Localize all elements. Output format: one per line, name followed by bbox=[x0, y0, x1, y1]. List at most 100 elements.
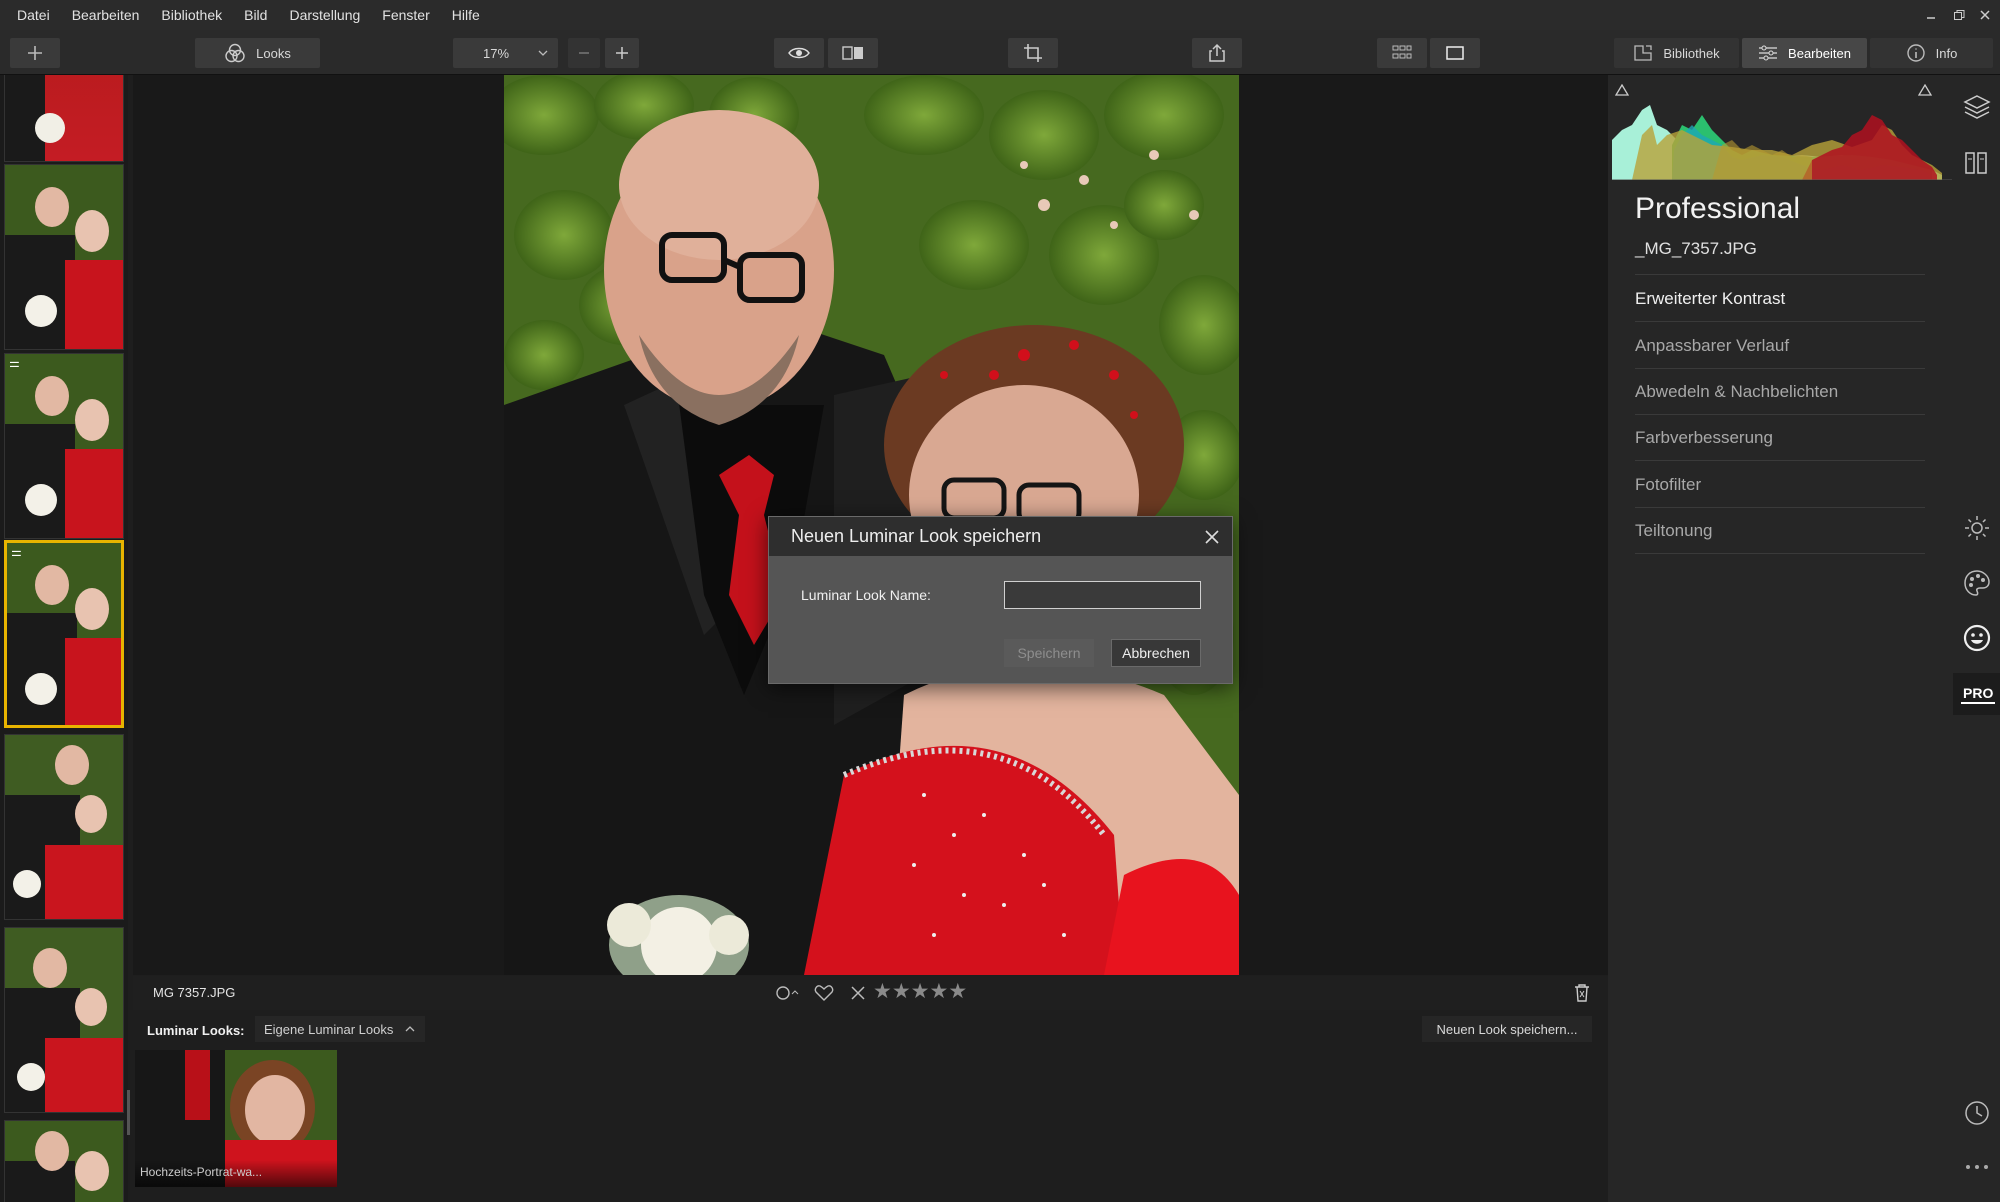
more-options-icon[interactable] bbox=[1963, 1162, 1991, 1172]
look-name-label: Luminar Look Name: bbox=[801, 587, 931, 603]
edit-panel: Professional _MG_7357.JPG Erweiterter Ko… bbox=[1608, 75, 1953, 1202]
plus-icon bbox=[28, 46, 42, 60]
tool-farbverbesserung[interactable]: Farbverbesserung bbox=[1635, 415, 1925, 461]
star-icon[interactable]: ★ bbox=[911, 980, 930, 1003]
look-name-input[interactable] bbox=[1004, 581, 1201, 609]
color-label-dropdown[interactable] bbox=[775, 984, 805, 1002]
looks-icon bbox=[225, 43, 245, 63]
zoom-dropdown[interactable]: 17% bbox=[453, 38, 558, 68]
image-info-bar: MG 7357.JPG ★★★★★ bbox=[133, 976, 1608, 1010]
close-window-button[interactable] bbox=[1970, 0, 2000, 30]
share-button[interactable] bbox=[1192, 38, 1242, 68]
menu-bibliothek[interactable]: Bibliothek bbox=[150, 0, 233, 30]
filmstrip-thumbnail[interactable] bbox=[4, 734, 124, 920]
add-button[interactable] bbox=[10, 38, 60, 68]
shadow-clipping-icon[interactable] bbox=[1615, 84, 1629, 96]
histogram bbox=[1612, 84, 1952, 181]
grid-icon bbox=[1392, 45, 1412, 59]
single-view-button[interactable] bbox=[1430, 38, 1480, 68]
grid-view-button[interactable] bbox=[1377, 38, 1427, 68]
star-icon[interactable]: ★ bbox=[948, 980, 967, 1003]
star-icon[interactable]: ★ bbox=[873, 980, 892, 1003]
menu-hilfe[interactable]: Hilfe bbox=[441, 0, 491, 30]
info-mode-button[interactable]: Info bbox=[1870, 38, 1993, 68]
pro-tools-button[interactable]: PRO bbox=[1953, 673, 2000, 715]
trash-icon[interactable] bbox=[1573, 983, 1591, 1003]
looks-category-value: Eigene Luminar Looks bbox=[264, 1021, 394, 1037]
minimize-icon bbox=[1927, 17, 1935, 19]
edit-mode-button[interactable]: Bearbeiten bbox=[1742, 38, 1867, 68]
single-image-icon bbox=[1446, 46, 1464, 60]
info-icon bbox=[1906, 44, 1925, 62]
zoom-value: 17% bbox=[483, 45, 510, 61]
restore-icon bbox=[1954, 10, 1965, 20]
menu-fenster[interactable]: Fenster bbox=[371, 0, 440, 30]
filmstrip-thumbnail-selected[interactable]: ⚌ bbox=[4, 540, 124, 728]
look-thumbnail[interactable]: Hochzeits-Portrat-wa... bbox=[135, 1050, 337, 1187]
star-rating[interactable]: ★★★★★ bbox=[873, 979, 967, 1004]
menu-bearbeiten[interactable]: Bearbeiten bbox=[61, 0, 151, 30]
menu-bar: Datei Bearbeiten Bibliothek Bild Darstel… bbox=[0, 0, 2000, 30]
cancel-button[interactable]: Abbrechen bbox=[1111, 639, 1201, 667]
tool-fotofilter[interactable]: Fotofilter bbox=[1635, 462, 1925, 508]
heart-icon[interactable] bbox=[814, 984, 834, 1002]
star-icon[interactable]: ★ bbox=[929, 980, 948, 1003]
look-name: Hochzeits-Portrat-wa... bbox=[140, 1165, 263, 1179]
share-icon bbox=[1209, 43, 1225, 62]
filmstrip: ⚌ ⚌ bbox=[0, 75, 128, 1202]
highlight-clipping-icon[interactable] bbox=[1918, 84, 1932, 96]
zoom-in-button[interactable] bbox=[605, 38, 639, 68]
history-clock-icon[interactable] bbox=[1963, 1099, 1991, 1127]
pro-icon: PRO bbox=[1961, 684, 1996, 704]
crop-icon bbox=[1024, 44, 1042, 62]
layers-icon[interactable] bbox=[1963, 93, 1991, 121]
edit-mode-label: Bearbeiten bbox=[1788, 45, 1851, 61]
edited-badge-icon: ⚌ bbox=[11, 545, 22, 559]
library-mode-button[interactable]: Bibliothek bbox=[1614, 38, 1739, 68]
info-mode-label: Info bbox=[1935, 45, 1958, 61]
sliders-icon bbox=[1759, 45, 1778, 61]
tool-abwedeln-nachbelichten[interactable]: Abwedeln & Nachbelichten bbox=[1635, 369, 1925, 415]
looks-category-dropdown[interactable]: Eigene Luminar Looks bbox=[255, 1016, 426, 1042]
star-icon[interactable]: ★ bbox=[892, 980, 911, 1003]
menu-darstellung[interactable]: Darstellung bbox=[278, 0, 371, 30]
filmstrip-thumbnail[interactable] bbox=[4, 927, 124, 1113]
sun-icon[interactable] bbox=[1963, 514, 1991, 542]
dialog-title: Neuen Luminar Look speichern bbox=[791, 526, 1042, 546]
chevron-up-icon bbox=[405, 1026, 415, 1032]
compare-button[interactable] bbox=[828, 38, 878, 68]
tool-anpassbarer-verlauf[interactable]: Anpassbarer Verlauf bbox=[1635, 323, 1925, 369]
filmstrip-scrollbar[interactable] bbox=[127, 1090, 130, 1135]
filmstrip-thumbnail[interactable]: ⚌ bbox=[4, 353, 124, 539]
tool-strip: PRO bbox=[1953, 75, 2000, 1202]
save-new-look-button[interactable]: Neuen Look speichern... bbox=[1422, 1016, 1592, 1042]
portrait-face-icon[interactable] bbox=[1962, 623, 1992, 653]
image-filename: MG 7357.JPG bbox=[153, 985, 236, 1000]
tool-teiltonung[interactable]: Teiltonung bbox=[1635, 508, 1925, 554]
toolbar: Looks 17% Bibliothek Bearbeiten Info bbox=[0, 30, 2000, 75]
filmstrip-thumbnail[interactable] bbox=[4, 164, 124, 350]
menu-datei[interactable]: Datei bbox=[6, 0, 61, 30]
filmstrip-thumbnail[interactable] bbox=[4, 1120, 124, 1202]
workspace-title[interactable]: Professional bbox=[1635, 192, 1800, 226]
canvas-icon[interactable] bbox=[1963, 149, 1991, 177]
crop-button[interactable] bbox=[1008, 38, 1058, 68]
reject-icon[interactable] bbox=[850, 985, 866, 1001]
zoom-out-button[interactable] bbox=[568, 38, 600, 68]
preview-button[interactable] bbox=[774, 38, 824, 68]
plus-icon bbox=[616, 47, 628, 59]
looks-label: Looks bbox=[256, 45, 291, 61]
minimize-button[interactable] bbox=[1916, 0, 1946, 30]
panel-filename: _MG_7357.JPG bbox=[1635, 239, 1925, 275]
library-icon bbox=[1634, 45, 1652, 61]
save-button[interactable]: Speichern bbox=[1004, 639, 1094, 667]
library-mode-label: Bibliothek bbox=[1663, 45, 1720, 61]
close-icon[interactable] bbox=[1204, 529, 1220, 545]
looks-button[interactable]: Looks bbox=[195, 38, 320, 68]
menu-bild[interactable]: Bild bbox=[233, 0, 278, 30]
filmstrip-thumbnail[interactable] bbox=[4, 75, 124, 162]
palette-icon[interactable] bbox=[1963, 569, 1991, 597]
chevron-down-icon bbox=[538, 50, 548, 56]
close-icon bbox=[1980, 10, 1990, 20]
tool-erweiterter-kontrast[interactable]: Erweiterter Kontrast bbox=[1635, 276, 1925, 322]
